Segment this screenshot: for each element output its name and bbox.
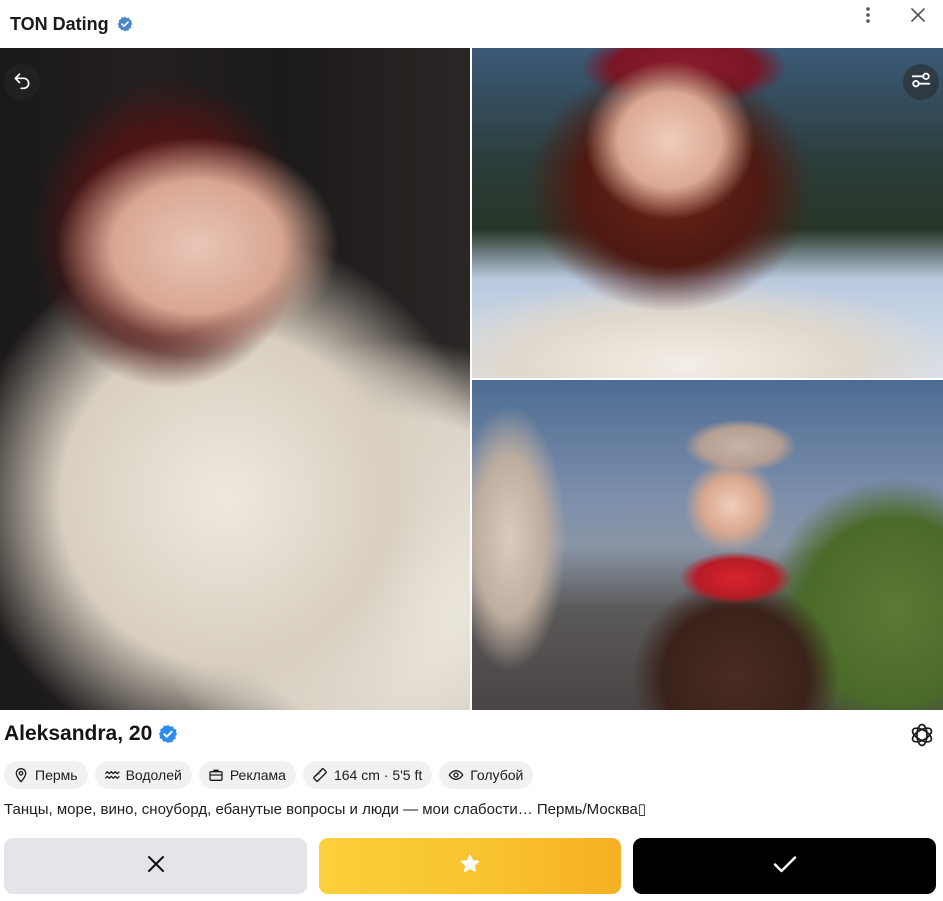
tag-zodiac: Водолей bbox=[94, 761, 192, 789]
like-button[interactable] bbox=[633, 838, 936, 894]
undo-button[interactable] bbox=[4, 64, 40, 100]
tag-occupation: Реклама bbox=[198, 761, 296, 789]
location-pin-icon bbox=[13, 767, 29, 783]
more-menu-button[interactable] bbox=[843, 0, 893, 34]
filter-button[interactable] bbox=[903, 64, 939, 100]
action-bar bbox=[4, 838, 936, 894]
profile-photo-2[interactable] bbox=[472, 48, 943, 378]
filter-sliders-icon bbox=[910, 69, 932, 96]
tag-label: 164 cm · 5'5 ft bbox=[333, 767, 423, 783]
more-vertical-icon bbox=[866, 6, 870, 28]
x-icon bbox=[147, 855, 165, 878]
photo-gallery bbox=[0, 48, 943, 710]
tag-label: Голубой bbox=[470, 767, 524, 783]
ruler-icon bbox=[312, 767, 328, 783]
tag-city: Пермь bbox=[4, 761, 88, 789]
superlike-button[interactable] bbox=[319, 838, 621, 894]
eye-icon bbox=[448, 767, 464, 783]
close-button[interactable] bbox=[893, 0, 943, 34]
tag-label: Водолей bbox=[125, 767, 182, 783]
verified-badge-icon bbox=[158, 724, 178, 744]
dislike-button[interactable] bbox=[4, 838, 307, 894]
openai-icon[interactable] bbox=[909, 722, 935, 748]
tag-eye-color: Голубой bbox=[439, 761, 534, 789]
briefcase-icon bbox=[208, 767, 224, 783]
app-title: TON Dating bbox=[10, 13, 109, 34]
profile-name-row: Aleksandra, 20 bbox=[4, 722, 178, 746]
app-header: TON Dating bbox=[0, 0, 943, 48]
profile-name: Aleksandra, 20 bbox=[4, 722, 153, 745]
aquarius-icon bbox=[104, 767, 120, 783]
profile-photo-main[interactable] bbox=[0, 48, 470, 710]
profile-tags: Пермь Водолей Реклама 164 cm · 5'5 ft Го… bbox=[4, 761, 534, 789]
close-icon bbox=[911, 7, 925, 27]
verified-badge-icon bbox=[117, 16, 133, 32]
star-icon bbox=[459, 853, 481, 880]
profile-photo-3[interactable] bbox=[472, 380, 943, 710]
profile-bio: Танцы, море, вино, сноуборд, ебанутые во… bbox=[4, 801, 647, 818]
undo-icon bbox=[12, 70, 32, 95]
tag-label: Пермь bbox=[35, 767, 78, 783]
tag-label: Реклама bbox=[229, 767, 286, 783]
tag-height: 164 cm · 5'5 ft bbox=[302, 761, 433, 789]
check-icon bbox=[773, 855, 797, 878]
